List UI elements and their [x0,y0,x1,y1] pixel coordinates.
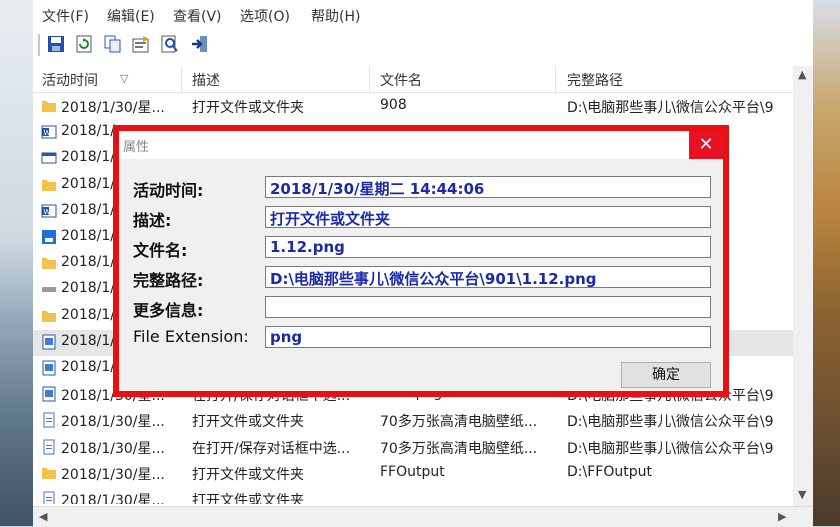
desktop-background-left [0,0,33,526]
menu-bar: 文件(F) 编辑(E) 查看(V) 选项(O) 帮助(H) [33,0,813,31]
menu-help[interactable]: 帮助(H) [311,6,360,26]
exit-icon[interactable] [190,34,210,54]
list-row[interactable]: 2018/1/30/星... 在打开/保存对话框中选... 70多万张高清电脑壁纸.… [33,435,793,461]
doc-icon [41,412,57,428]
image-icon [41,334,57,350]
label-full-path: 完整路径: [133,271,204,290]
field-file-extension[interactable]: png [265,326,711,348]
cell-desc: 打开文件或文件夹 [192,414,304,431]
copy-icon[interactable] [103,34,123,54]
cell-name: FFOutput [380,463,445,480]
folder-icon [41,255,57,271]
window-icon [41,150,57,166]
column-divider[interactable] [555,66,556,92]
svg-text:W: W [44,129,51,137]
folder-icon [41,177,57,193]
doc-icon [41,439,57,455]
label-more-info: 更多信息: [133,301,204,320]
image-icon [41,386,57,402]
cell-path: D:\电脑那些事儿\微信公众平台\9 [567,414,774,431]
cell-path: D:\电脑那些事儿\微信公众平台\9 [567,100,774,116]
list-row[interactable]: 2018/1/30/星... 打开文件或文件夹 FFOutput D:\FFOutpu… [33,461,793,487]
search-icon[interactable] [160,34,180,54]
list-row[interactable]: 2018/1/30/星... 打开文件或文件夹 [33,487,793,504]
cell-path: D:\FFOutput [567,463,652,480]
scroll-up-icon[interactable]: ▲ [798,68,806,81]
column-divider[interactable] [369,66,370,92]
label-description: 描述: [133,211,172,230]
properties-icon[interactable] [131,34,151,54]
cell-desc: 在打开/保存对话框中选... [192,440,351,457]
sort-down-icon: ▽ [120,72,129,85]
horizontal-scrollbar[interactable]: ◀ ▶ [33,506,813,527]
vertical-scrollbar[interactable]: ▲ ▼ [793,66,813,506]
menu-options[interactable]: 选项(O) [240,6,290,26]
field-activity-time[interactable]: 2018/1/30/星期二 14:44:06 [265,176,711,198]
label-activity-time: 活动时间: [133,181,204,200]
list-row[interactable]: 2018/1/30/星... 打开文件或文件夹 908 D:\电脑那些事儿\微信公众平… [33,94,793,120]
cell-time: 2018/1/30/星... [61,493,165,504]
cell-name: 70多万张高清电脑壁纸... [380,440,538,457]
dialog-title: 属性 [123,140,150,155]
folder-icon [41,98,57,114]
properties-dialog: 属性 ✕ 活动时间: 2018/1/30/星期二 14:44:06 描述: 打开… [119,131,723,391]
cell-desc: 打开文件或文件夹 [192,493,304,504]
menu-view[interactable]: 查看(V) [173,6,222,26]
refresh-icon[interactable] [74,34,94,54]
drive-icon [41,281,57,297]
folder-icon [41,465,57,481]
cell-path: D:\电脑那些事儿\微信公众平台\9 [567,440,774,457]
cell-time: 2018/1/30/星... [61,414,165,431]
ok-button[interactable]: 确定 [621,362,711,388]
scroll-down-icon[interactable]: ▼ [798,488,806,501]
save-icon[interactable] [46,34,66,54]
doc-icon [41,491,57,504]
word-icon: W [41,203,57,219]
list-row[interactable]: 2018/1/30/星... 打开文件或文件夹 70多万张高清电脑壁纸... D:\电… [33,408,793,434]
close-icon[interactable]: ✕ [689,131,723,159]
image-icon [41,360,57,376]
field-description[interactable]: 打开文件或文件夹 [265,206,711,228]
column-header-desc[interactable]: 描述 [192,70,220,90]
cell-time: 2018/1/30/星... [61,100,165,116]
cell-name: 70多万张高清电脑壁纸... [380,414,538,431]
column-header-path[interactable]: 完整路径 [567,70,623,90]
menu-file[interactable]: 文件(F) [42,6,89,26]
toolbar [33,30,813,62]
label-file-extension: File Extension: [133,327,249,346]
cell-name: 908 [380,97,407,113]
dialog-title-bar: 属性 ✕ [119,131,723,159]
label-filename: 文件名: [133,241,188,260]
scroll-right-icon[interactable]: ▶ [778,510,786,523]
word-icon: W [41,124,57,140]
column-header-time[interactable]: 活动时间 [42,70,98,90]
desktop-background-right [813,0,840,526]
list-header: 活动时间 ▽ 描述 文件名 完整路径 [33,66,813,93]
field-filename[interactable]: 1.12.png [265,236,711,258]
field-more-info[interactable] [265,296,711,318]
toolbar-separator [38,34,40,56]
cell-desc: 打开文件或文件夹 [192,466,304,483]
column-divider[interactable] [181,66,182,92]
router-icon [41,229,57,245]
folder-icon [41,308,57,324]
field-full-path[interactable]: D:\电脑那些事儿\微信公众平台\901\1.12.png [265,266,711,288]
cell-time: 2018/1/30/星... [61,466,165,483]
svg-text:W: W [44,208,51,216]
cell-time: 2018/1/30/星... [61,440,165,457]
cell-desc: 打开文件或文件夹 [192,100,304,116]
menu-edit[interactable]: 编辑(E) [107,6,155,26]
scroll-left-icon[interactable]: ◀ [39,510,47,523]
column-header-filename[interactable]: 文件名 [380,70,422,90]
